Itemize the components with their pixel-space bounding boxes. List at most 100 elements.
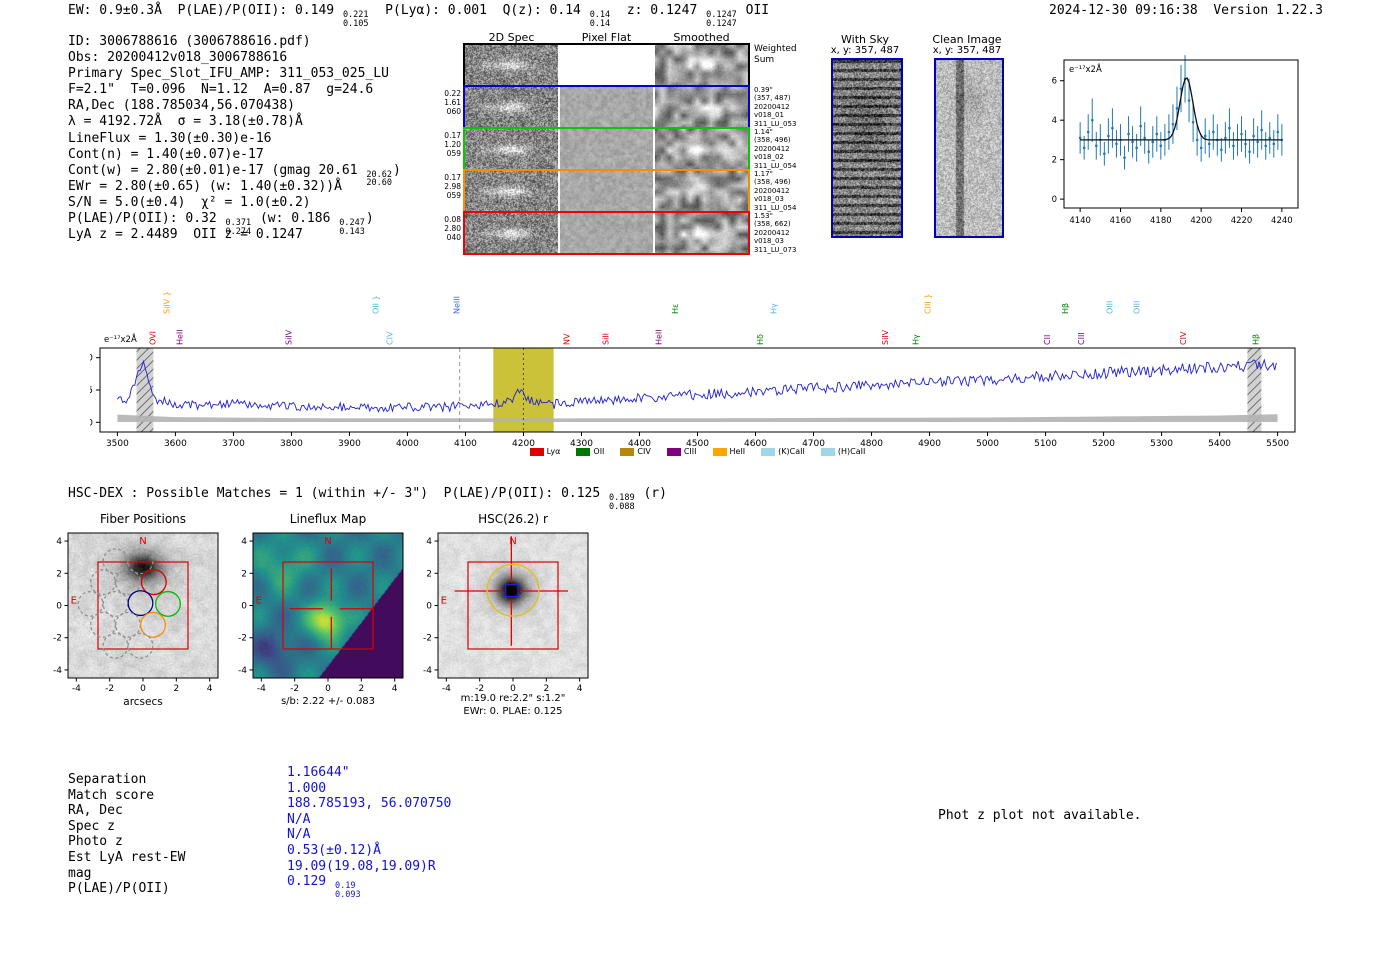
data-point xyxy=(1155,132,1159,136)
emission-line-label: SiIV xyxy=(881,329,890,345)
x-tick-label: -2 xyxy=(290,684,299,694)
stacked-uncertainty: 0.19 0.093 xyxy=(334,881,361,900)
y-tick-label: -2 xyxy=(53,634,62,644)
y-tick-label: 0 xyxy=(241,602,247,612)
stacked-uncertainty: 0.1247 0.1247 xyxy=(706,10,737,29)
data-point xyxy=(1203,134,1207,138)
data-point xyxy=(1191,120,1195,124)
data-point xyxy=(1268,136,1272,140)
catalog-object-box xyxy=(504,583,519,598)
data-point xyxy=(1264,144,1268,148)
data-point xyxy=(1175,107,1179,110)
emission-line-label: CIV xyxy=(385,331,394,345)
match-table-label: Separation xyxy=(68,772,147,787)
data-point xyxy=(1115,142,1118,146)
fiber-circle xyxy=(127,590,154,617)
x-tick-label: 4 xyxy=(577,684,583,694)
emission-line-label: CIV xyxy=(1179,331,1188,345)
cutout-image-spec2d xyxy=(465,171,558,211)
data-point xyxy=(1143,136,1146,140)
legend-swatch xyxy=(820,447,835,456)
hsc-match-header: HSC-DEX : Possible Matches = 1 (within +… xyxy=(68,486,667,512)
emission-line-label: Hγ xyxy=(912,334,921,345)
x-tick-label: 0 xyxy=(325,684,331,694)
error-band xyxy=(117,414,1278,422)
plot-box xyxy=(437,532,589,679)
fiber-circle xyxy=(140,569,167,596)
fiber-circle xyxy=(77,590,104,617)
emission-line-label: NV xyxy=(562,333,571,345)
cutout-image-flat xyxy=(560,213,653,253)
legend-swatch xyxy=(761,447,776,456)
match-table-value: N/A xyxy=(287,827,311,843)
match-table-label: P(LAE)/P(OII) xyxy=(68,881,170,897)
cutout-row-left-values: 0.08 2.80 040 xyxy=(444,215,461,242)
legend-swatch xyxy=(529,447,544,456)
emission-line-label: SiIV } xyxy=(163,291,172,314)
data-point xyxy=(1224,136,1227,140)
legend-item: OII xyxy=(576,447,604,456)
cutout-row-left-values: 0.17 2.98 059 xyxy=(444,173,461,200)
data-point xyxy=(1272,142,1276,146)
info-line: LineFlux = 1.30(±0.30)e-16 xyxy=(68,130,272,146)
legend-item: CIII xyxy=(666,447,697,456)
match-table-label: Spec z xyxy=(68,818,115,834)
info-line: Primary Spec_Slot_IFU_AMP: 311_053_025_L… xyxy=(68,66,389,82)
cutout-image-spec2d xyxy=(465,213,558,253)
y-tick-label: -2 xyxy=(238,634,247,644)
stacked-uncertainty: 20.62 20.60 xyxy=(366,169,393,189)
x-tick-label: 4160 xyxy=(1110,216,1132,226)
info-line: S/N = 5.0(±0.4) χ² = 1.0(±0.2) xyxy=(68,194,311,210)
y-tick-label: 4 xyxy=(1052,116,1057,126)
legend-swatch xyxy=(666,447,681,456)
match-table-value: 0.53(±0.12)Å xyxy=(287,843,381,858)
x-tick-label: 4200 xyxy=(1190,216,1212,226)
emission-line-label: SiII xyxy=(602,333,611,345)
cutout-row xyxy=(463,43,750,87)
info-line: RA,Dec (188.785034,56.070438) xyxy=(68,98,295,114)
selection-box xyxy=(282,561,374,650)
data-point xyxy=(1199,146,1203,150)
compass-north-label: N xyxy=(509,536,516,547)
header-datetime: 2024-12-30 09:16:38 Version 1.22.3 xyxy=(1049,3,1323,18)
line-fit-zoom-plot: 4140 4160 4180 4200 4220 4240 0 2 4 6 e⁻¹⁷x2Å xyxy=(1052,55,1299,226)
cutout-row-left-values: 0.17 1.20 059 xyxy=(444,131,461,158)
y-tick-label: -2 xyxy=(423,634,432,644)
emission-line-label: SiIV xyxy=(284,329,293,345)
x-tick-label: 4140 xyxy=(1069,216,1091,226)
cutout-image-smooth xyxy=(655,45,748,85)
y-tick-label: 6 xyxy=(1052,77,1057,87)
x-tick-label: 4 xyxy=(207,684,213,694)
cutout-image-smooth xyxy=(655,213,748,253)
stacked-uncertainty: 0.189 0.088 xyxy=(609,493,635,512)
emission-line-label: Hγ xyxy=(769,303,778,314)
x-tick-label: -4 xyxy=(442,684,451,694)
y-tick-label: -4 xyxy=(423,666,432,676)
header-summary: EW: 0.9±0.3Å P(LAE)/P(OII): 0.149 0.221 0… xyxy=(68,3,770,29)
data-point xyxy=(1082,146,1086,150)
data-point xyxy=(1207,142,1211,146)
match-table-value: 188.785193, 56.070750 xyxy=(287,796,452,812)
y-tick-label: 0 xyxy=(90,418,93,428)
y-tick-label: 4 xyxy=(56,537,62,547)
y-tick-label: -4 xyxy=(238,666,247,676)
match-table-label: Est LyA rest-EW xyxy=(68,850,186,865)
plot-box xyxy=(67,532,219,679)
cutout-image-spec2d xyxy=(465,45,558,85)
emission-line-label: CIII xyxy=(1077,332,1086,345)
emission-line-label: HeII xyxy=(655,329,664,345)
cutout-image-flat xyxy=(560,129,653,169)
x-tick-label: 4 xyxy=(392,684,398,694)
match-table-label: mag xyxy=(68,865,92,881)
legend-item: CIV xyxy=(620,447,651,456)
cutout-row-annotation: 0.39" (357, 487) 20200412 v018_01 311_LU_053 xyxy=(754,86,797,128)
hsc_r-axes: -4 -4 -2 -2 0 0 2 2 4 4 N E xyxy=(423,532,589,694)
cutout-image-smooth xyxy=(655,171,748,211)
match-table-value: 19.09(19.08,19.09)R xyxy=(287,858,436,874)
y-tick-label: 0 xyxy=(56,602,62,612)
data-point xyxy=(1086,130,1090,134)
data-point xyxy=(1135,146,1138,150)
x-tick-label: 2 xyxy=(543,684,549,694)
data-point xyxy=(1139,124,1142,128)
y-tick-label: 0 xyxy=(426,602,432,612)
